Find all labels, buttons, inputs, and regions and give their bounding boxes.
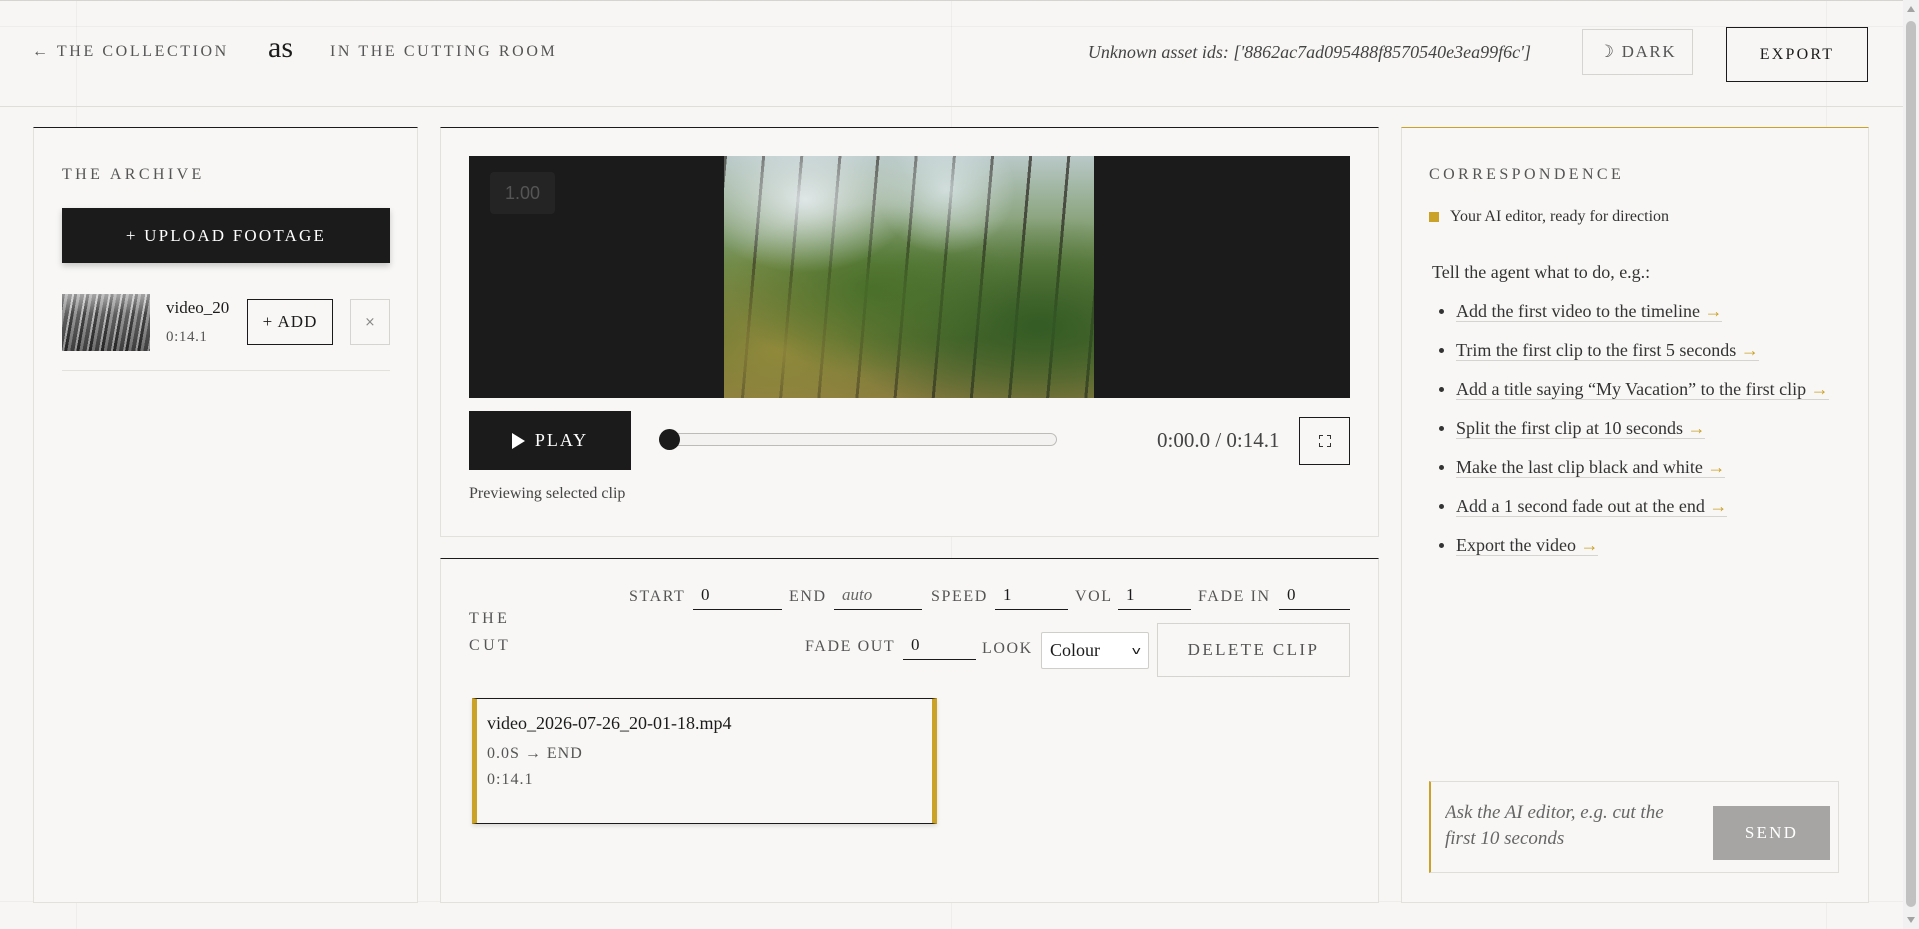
look-label: LOOK (982, 640, 1033, 657)
speed-badge: 1.00 (490, 172, 555, 214)
chevron-down-icon: v (1132, 644, 1142, 657)
speed-input[interactable] (995, 581, 1068, 610)
asset-duration: 0:14.1 (166, 329, 208, 345)
suggestion-text: Trim the first clip to the first 5 secon… (1456, 340, 1737, 360)
start-label: START (629, 588, 686, 605)
editor-status-text: Your AI editor, ready for direction (1450, 208, 1670, 225)
timeline-clip[interactable]: video_2026-07-26_20-01-18.mp4 0.0S → END… (472, 698, 937, 824)
fade-out-input[interactable] (903, 631, 976, 660)
play-icon (511, 432, 525, 449)
look-select[interactable]: Colour v (1041, 632, 1149, 669)
suggestion-link[interactable]: Export the video → (1456, 535, 1599, 556)
suggestion-link[interactable]: Add the first video to the timeline → (1456, 301, 1723, 322)
suggestion-text: Make the last clip black and white (1456, 457, 1703, 477)
page-scrollbar[interactable] (1903, 0, 1919, 929)
editor-status: Your AI editor, ready for direction (1429, 208, 1669, 226)
suggestions-intro: Tell the agent what to do, e.g.: (1432, 262, 1651, 282)
cut-panel: THE CUT START END SPEED VOL FADE IN FADE… (440, 558, 1379, 903)
scroll-down-icon[interactable] (1907, 917, 1915, 923)
app-header: ← THE COLLECTION as IN THE CUTTING ROOM … (0, 1, 1903, 107)
asset-name: video_2026-07-26_20-01-18.mp4 (166, 298, 230, 317)
remove-asset-button[interactable]: × (350, 299, 390, 345)
play-label: PLAY (534, 430, 589, 450)
suggestion-item: Add the first video to the timeline → (1432, 296, 1842, 326)
unknown-assets-warning: Unknown asset ids: ['8862ac7ad095488f857… (1087, 42, 1531, 62)
suggestion-link[interactable]: Add a 1 second fade out at the end → (1456, 496, 1728, 517)
send-button[interactable]: SEND (1713, 806, 1830, 860)
page-subtitle: IN THE CUTTING ROOM (330, 43, 558, 60)
suggestion-link[interactable]: Split the first clip at 10 seconds → (1456, 418, 1706, 439)
moon-icon: ☽ (1598, 42, 1616, 61)
look-select-value: Colour (1050, 640, 1101, 660)
suggestion-item: Export the video → (1432, 530, 1842, 560)
suggestion-item: Add a title saying “My Vacation” to the … (1432, 374, 1842, 404)
scroll-up-icon[interactable] (1907, 6, 1915, 12)
timecode: 0:00.0 / 0:14.1 (1157, 428, 1280, 452)
scrollbar-thumb[interactable] (1906, 21, 1916, 907)
suggestion-item: Trim the first clip to the first 5 secon… (1432, 335, 1842, 365)
add-to-timeline-button[interactable]: + ADD (247, 299, 333, 345)
speed-label: SPEED (931, 588, 988, 605)
video-frame-image (724, 156, 1094, 398)
arrow-right-icon: → (1687, 418, 1706, 438)
clip-range: 0.0S → END (487, 745, 583, 762)
asset-item[interactable]: video_2026-07-26_20-01-18.mp4 0:14.1 + A… (62, 294, 390, 371)
suggestion-link[interactable]: Add a title saying “My Vacation” to the … (1456, 379, 1829, 400)
chat-input[interactable] (1445, 800, 1675, 856)
clip-duration: 0:14.1 (487, 771, 534, 788)
archive-panel: THE ARCHIVE + UPLOAD FOOTAGE video_2026-… (33, 127, 418, 903)
suggestion-item: Add a 1 second fade out at the end → (1432, 491, 1842, 521)
correspondence-title: CORRESPONDENCE (1429, 166, 1625, 183)
asset-thumbnail (62, 294, 150, 351)
arrow-right-icon: → (1707, 457, 1726, 477)
suggestion-link[interactable]: Trim the first clip to the first 5 secon… (1456, 340, 1759, 361)
suggestion-link[interactable]: Make the last clip black and white → (1456, 457, 1726, 478)
timeline-scrubber[interactable] (659, 429, 1057, 450)
dark-mode-button[interactable]: ☽ DARK (1582, 29, 1693, 75)
arrow-right-icon: → (1580, 535, 1599, 555)
dark-mode-label: DARK (1621, 42, 1677, 61)
suggestion-text: Export the video (1456, 535, 1576, 555)
suggestion-item: Make the last clip black and white → (1432, 452, 1842, 482)
back-to-collection-link[interactable]: ← THE COLLECTION (32, 43, 229, 61)
suggestion-item: Split the first clip at 10 seconds → (1432, 413, 1842, 443)
fullscreen-icon (1318, 435, 1331, 447)
suggestion-text: Split the first clip at 10 seconds (1456, 418, 1683, 438)
delete-clip-button[interactable]: DELETE CLIP (1157, 623, 1350, 677)
start-input[interactable] (693, 581, 782, 610)
video-player[interactable]: 1.00 (469, 156, 1350, 398)
arrow-right-icon: → (1810, 379, 1829, 399)
arrow-right-icon: → (1740, 340, 1759, 360)
preview-panel: 1.00 PLAY 0:00.0 / 0:14.1 Previewing sel… (440, 127, 1379, 537)
fade-out-label: FADE OUT (805, 638, 896, 655)
app-logo: as (268, 31, 293, 64)
export-button[interactable]: EXPORT (1726, 27, 1868, 82)
upload-footage-button[interactable]: + UPLOAD FOOTAGE (62, 208, 390, 263)
suggestion-text: Add a title saying “My Vacation” to the … (1456, 379, 1807, 399)
chat-composer: SEND (1429, 781, 1839, 873)
cut-title: THE CUT (469, 610, 512, 654)
suggestion-list: Add the first video to the timeline → Tr… (1432, 296, 1842, 569)
correspondence-panel: CORRESPONDENCE Your AI editor, ready for… (1401, 127, 1869, 903)
preview-status: Previewing selected clip (469, 485, 626, 502)
play-button[interactable]: PLAY (469, 411, 631, 470)
volume-input[interactable] (1118, 581, 1191, 610)
status-indicator-icon (1429, 212, 1439, 222)
scrubber-handle[interactable] (659, 429, 680, 450)
fullscreen-button[interactable] (1299, 417, 1350, 465)
arrow-right-icon: → (1709, 496, 1728, 516)
fade-in-label: FADE IN (1198, 588, 1271, 605)
end-input[interactable] (834, 581, 922, 610)
archive-title: THE ARCHIVE (62, 166, 205, 183)
end-label: END (789, 588, 827, 605)
suggestion-text: Add a 1 second fade out at the end (1456, 496, 1705, 516)
fade-in-input[interactable] (1279, 581, 1350, 610)
arrow-right-icon: → (1704, 301, 1723, 321)
volume-label: VOL (1075, 588, 1113, 605)
suggestion-text: Add the first video to the timeline (1456, 301, 1700, 321)
clip-name: video_2026-07-26_20-01-18.mp4 (487, 713, 732, 733)
